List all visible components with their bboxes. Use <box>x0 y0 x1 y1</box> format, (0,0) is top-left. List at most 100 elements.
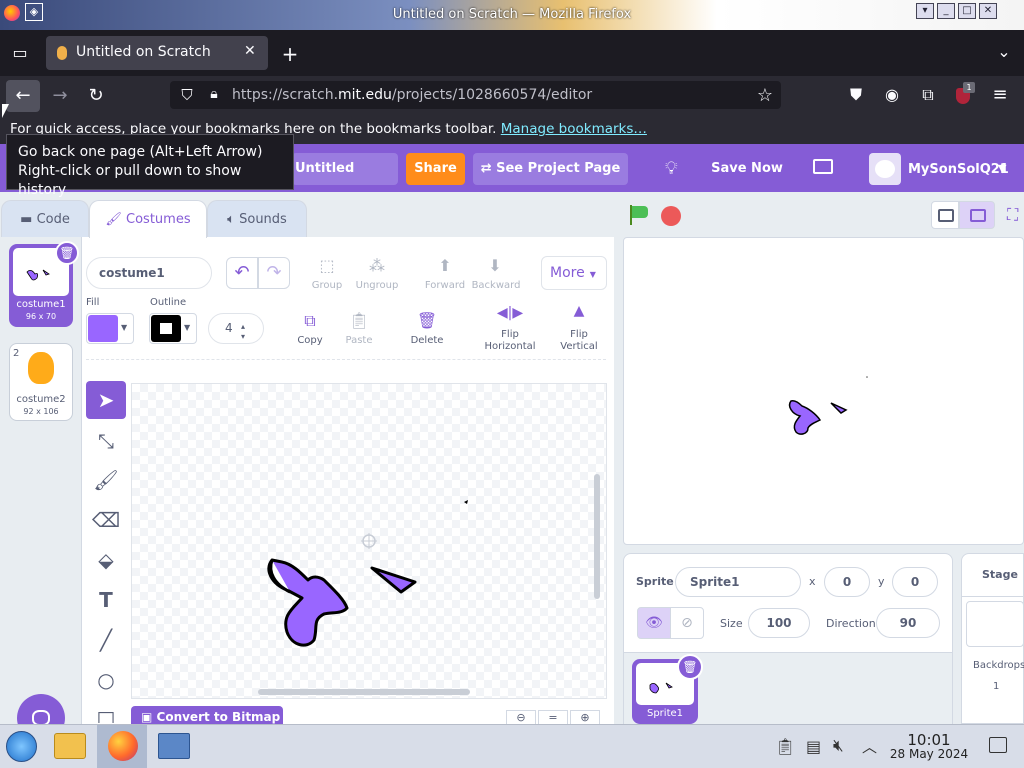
window-close-button[interactable]: ✕ <box>979 3 997 19</box>
show-desktop-icon[interactable] <box>989 737 1007 753</box>
show-sprite-button[interactable]: 👁︎ <box>637 607 671 639</box>
extensions-icon[interactable]: ⧉ <box>916 85 940 105</box>
paste-icon: 📋︎ <box>348 311 370 330</box>
stepper-icon[interactable]: ▴ ▾ <box>241 322 245 342</box>
tab-overview-icon[interactable]: ▭ <box>8 43 32 62</box>
username[interactable]: MySonSolQ21 <box>908 162 1009 177</box>
ungroup-button[interactable]: Ungroup <box>352 280 402 291</box>
forward-button[interactable]: Forward <box>420 280 470 291</box>
text-tool[interactable]: T <box>86 581 126 619</box>
volume-muted-icon[interactable]: 🔇︎ <box>833 736 844 756</box>
flip-horizontal-button[interactable]: Flip Horizontal <box>480 329 540 353</box>
rectangle-tool[interactable]: □ <box>86 699 126 723</box>
tracking-protection-icon[interactable]: ⛉ <box>175 86 199 104</box>
manage-bookmarks-link[interactable]: Manage bookmarks… <box>501 121 647 137</box>
app-menu-icon[interactable]: ≡ <box>988 84 1012 105</box>
costume-name-input[interactable]: costume1 <box>86 257 212 289</box>
tab-costumes[interactable]: 🖌︎ Costumes <box>89 200 207 238</box>
avatar[interactable] <box>869 153 901 185</box>
zoom-out-button[interactable]: ⊖ <box>506 710 536 724</box>
hide-sprite-button[interactable]: ⊘ <box>670 607 704 639</box>
copy-button[interactable]: Copy <box>290 335 330 346</box>
direction-input[interactable]: 90 <box>876 608 940 638</box>
clipboard-tray-icon[interactable]: 📋︎ <box>775 737 795 756</box>
control-panel-icon[interactable] <box>158 733 190 759</box>
stop-icon[interactable] <box>661 206 681 226</box>
window-menu-icon[interactable]: ◈ <box>25 3 43 21</box>
tray-expand-icon[interactable]: ︿ <box>862 736 877 757</box>
save-now-button[interactable]: Save Now <box>706 153 788 185</box>
battery-tray-icon[interactable]: ▤ <box>806 737 821 756</box>
new-tab-icon[interactable]: + <box>278 42 302 66</box>
delete-button[interactable]: Delete <box>407 335 447 346</box>
outline-width-value: 4 <box>225 321 233 335</box>
lock-icon[interactable]: 🔒︎ <box>202 86 226 102</box>
costume-tile-2[interactable]: 2 costume2 92 x 106 <box>9 343 73 421</box>
undo-button[interactable]: ↶ <box>226 257 258 289</box>
backdrops-label: Backdrops <box>973 660 1024 671</box>
paste-button[interactable]: Paste <box>339 335 379 346</box>
flip-vertical-icon: ▲ <box>573 303 585 319</box>
horizontal-scrollbar[interactable] <box>258 689 470 695</box>
more-label: More <box>550 265 585 281</box>
large-stage-button[interactable] <box>959 201 995 229</box>
bookmark-star-icon[interactable]: ☆ <box>753 85 777 106</box>
reload-icon[interactable]: ↻ <box>84 85 108 106</box>
tab-code[interactable]: ▬ Code <box>1 200 89 238</box>
redo-button[interactable]: ↷ <box>258 257 290 289</box>
start-menu-icon[interactable] <box>6 731 37 762</box>
list-all-tabs-icon[interactable]: ⌄ <box>992 42 1016 61</box>
zoom-reset-button[interactable]: = <box>538 710 568 724</box>
sprite-delete-button[interactable]: 🗑︎ <box>677 654 703 680</box>
project-title-input[interactable]: Untitled <box>292 153 398 185</box>
outline-width-input[interactable]: 4 ▴ ▾ <box>208 313 264 344</box>
browser-tab-active[interactable]: Untitled on Scratch ✕ <box>46 36 268 70</box>
firefox-taskbar-button[interactable] <box>97 725 147 768</box>
line-tool[interactable]: ╱ <box>86 621 126 659</box>
fill-color-picker[interactable]: ▼ <box>86 313 134 344</box>
outline-color-picker[interactable]: ▼ <box>149 313 197 344</box>
window-minimize-button[interactable]: ▾ <box>916 3 934 19</box>
file-manager-icon[interactable] <box>54 733 86 759</box>
group-button[interactable]: Group <box>307 280 347 291</box>
account-chevron-down-icon[interactable]: ▼ <box>998 162 1006 175</box>
fill-tool[interactable]: ⬙ <box>86 541 126 579</box>
circle-tool[interactable]: ○ <box>86 661 126 699</box>
select-tool[interactable]: ➤ <box>86 381 126 419</box>
size-input[interactable]: 100 <box>748 608 810 638</box>
vertical-scrollbar[interactable] <box>594 474 600 599</box>
fullscreen-icon[interactable]: ⛶ <box>1007 205 1018 225</box>
reshape-tool[interactable]: ⤡ <box>86 422 126 460</box>
green-flag-icon[interactable] <box>628 205 650 225</box>
flip-vertical-button[interactable]: Flip Vertical <box>555 329 603 353</box>
clock-date[interactable]: 28 May 2024 <box>885 747 973 761</box>
stage-canvas[interactable] <box>623 237 1024 545</box>
sprite-name-input[interactable]: Sprite1 <box>675 567 801 597</box>
forward-arrow-icon[interactable]: → <box>48 85 72 106</box>
my-stuff-folder-icon[interactable] <box>813 159 833 174</box>
convert-to-bitmap-button[interactable]: ▣ Convert to Bitmap <box>131 706 283 724</box>
tab-close-icon[interactable]: ✕ <box>244 43 256 59</box>
window-minimize2-button[interactable]: _ <box>937 3 955 19</box>
tips-lightbulb-icon[interactable]: 💡︎ <box>665 158 678 179</box>
tab-sounds[interactable]: 🔈︎ Sounds <box>207 200 307 238</box>
brush-tool[interactable]: 🖌︎ <box>86 461 126 499</box>
paint-canvas[interactable] <box>131 383 607 699</box>
more-dropdown[interactable]: More ▼ <box>541 256 607 290</box>
delete-icon: 🗑︎ <box>416 311 438 330</box>
x-input[interactable]: 0 <box>824 567 870 597</box>
eraser-tool[interactable]: ⌫ <box>86 501 126 539</box>
y-input[interactable]: 0 <box>892 567 938 597</box>
backward-button[interactable]: Backward <box>470 280 522 291</box>
costume-delete-button[interactable]: 🗑︎ <box>55 241 79 265</box>
zoom-in-button[interactable]: ⊕ <box>570 710 600 724</box>
see-project-page-button[interactable]: ⇄ See Project Page <box>473 153 628 185</box>
window-maximize-button[interactable]: □ <box>958 3 976 19</box>
pocket-icon[interactable]: ⛊ <box>844 85 868 105</box>
outline-label: Outline <box>150 297 187 308</box>
url-text[interactable]: https://scratch.mit.edu/projects/1028660… <box>232 87 592 103</box>
share-button[interactable]: Share <box>406 153 465 185</box>
small-stage-button[interactable] <box>931 201 959 229</box>
account-icon[interactable]: ◉ <box>880 85 904 104</box>
backdrop-thumbnail[interactable] <box>966 601 1024 647</box>
